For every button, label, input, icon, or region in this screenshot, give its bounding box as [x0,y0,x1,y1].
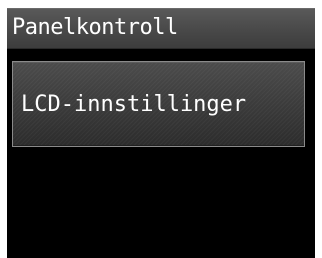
title-bar: Panelkontroll [7,8,315,49]
lcd-settings-button[interactable]: LCD-innstillinger [12,61,305,147]
lcd-settings-label: LCD-innstillinger [21,92,247,117]
screen-title: Panelkontroll [12,15,178,40]
lcd-screen: Panelkontroll LCD-innstillinger [7,8,315,258]
